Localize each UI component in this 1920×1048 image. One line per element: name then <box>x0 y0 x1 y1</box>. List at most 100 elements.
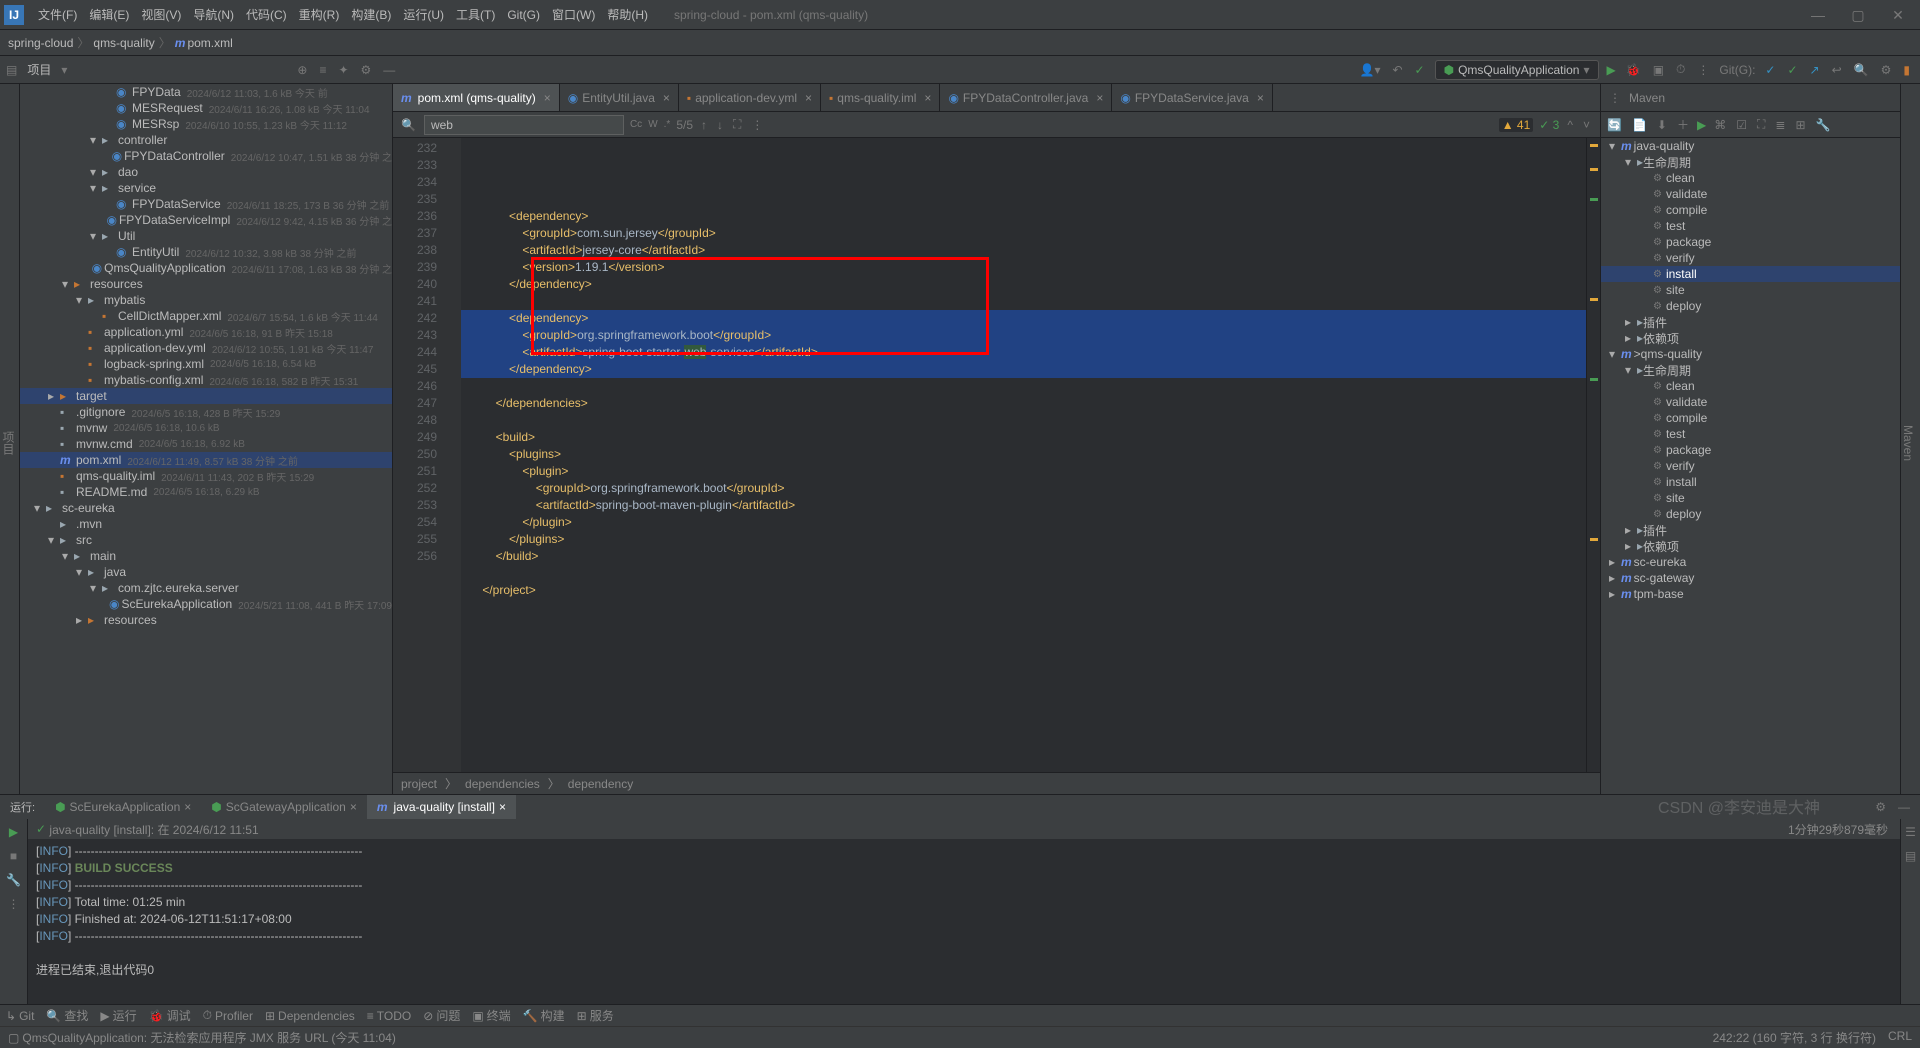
editor-tab[interactable]: ▪ application-dev.yml× <box>679 84 821 111</box>
run-hide[interactable]: — <box>1898 800 1910 814</box>
mvn-settings[interactable]: 🔧 <box>1816 118 1831 132</box>
minimize-btn[interactable]: — <box>1804 7 1832 23</box>
menu-运行(U)[interactable]: 运行(U) <box>397 0 450 30</box>
console-rerun[interactable]: ▶ <box>9 825 18 839</box>
tree-item[interactable]: ◉ScEurekaApplication2024/5/21 11:08, 441… <box>20 596 392 612</box>
run-icon[interactable]: ▶ <box>1607 63 1616 77</box>
maven-item[interactable]: ⚙compile <box>1601 202 1900 218</box>
tree-item[interactable]: ▪logback-spring.xml2024/6/5 16:18, 6.54 … <box>20 356 392 372</box>
maven-item[interactable]: ▾▸生命周期 <box>1601 362 1900 378</box>
vcs-commit-icon[interactable]: ✓ <box>1787 63 1797 77</box>
tree-item[interactable]: ▾▸src <box>20 532 392 548</box>
tree-item[interactable]: ▾▸main <box>20 548 392 564</box>
maven-item[interactable]: ⚙deploy <box>1601 298 1900 314</box>
bc-root[interactable]: spring-cloud <box>8 36 73 50</box>
maven-item[interactable]: ⚙verify <box>1601 250 1900 266</box>
maven-item[interactable]: ⚙test <box>1601 426 1900 442</box>
close-btn[interactable]: ✕ <box>1884 7 1912 24</box>
console-stop[interactable]: ■ <box>10 849 17 863</box>
vcs-update-icon[interactable]: ✓ <box>1765 63 1775 77</box>
maven-item[interactable]: ⚙package <box>1601 234 1900 250</box>
tree-item[interactable]: ▾▸service <box>20 180 392 196</box>
tree-item[interactable]: ◉MESRequest2024/6/11 16:26, 1.08 kB 今天 1… <box>20 100 392 116</box>
tree-item[interactable]: ▪application.yml2024/6/5 16:18, 91 B 昨天 … <box>20 324 392 340</box>
editor-tab[interactable]: ◉ EntityUtil.java× <box>560 84 679 111</box>
tree-item[interactable]: ▪.gitignore2024/6/5 16:18, 428 B 昨天 15:2… <box>20 404 392 420</box>
maven-item[interactable]: ▾▸生命周期 <box>1601 154 1900 170</box>
encoding[interactable]: CRL <box>1888 1029 1912 1046</box>
maven-item[interactable]: ⚙site <box>1601 490 1900 506</box>
tree-item[interactable]: ▸▸resources <box>20 612 392 628</box>
run-config-selector[interactable]: ⬢ QmsQualityApplication ▾ <box>1435 60 1599 80</box>
tree-item[interactable]: ◉QmsQualityApplication2024/6/11 17:08, 1… <box>20 260 392 276</box>
cursor-pos[interactable]: 242:22 (160 字符, 3 行 换行符) <box>1713 1029 1876 1046</box>
maven-item[interactable]: ⚙install <box>1601 266 1900 282</box>
maven-item[interactable]: ▸▸插件 <box>1601 314 1900 330</box>
menu-构建(B)[interactable]: 构建(B) <box>345 0 397 30</box>
run-tab-2[interactable]: m java-quality [install] × <box>367 795 516 819</box>
profile-icon[interactable]: ⏱ <box>1676 62 1685 77</box>
tree-item[interactable]: ▪mvnw2024/6/5 16:18, 10.6 kB <box>20 420 392 436</box>
maven-item[interactable]: ⚙deploy <box>1601 506 1900 522</box>
ft-services[interactable]: ⊞ 服务 <box>577 1007 614 1024</box>
run-tab-0[interactable]: ⬢ ScEurekaApplication × <box>45 795 201 819</box>
mvn-add[interactable]: ＋ <box>1677 116 1689 133</box>
tree-item[interactable]: ▪application-dev.yml2024/6/12 10:55, 1.9… <box>20 340 392 356</box>
mvn-run[interactable]: ▶ <box>1697 118 1706 132</box>
tree-item[interactable]: ◉EntityUtil2024/6/12 10:32, 3.98 kB 38 分… <box>20 244 392 260</box>
vcs-revert-icon[interactable]: ↩ <box>1832 63 1842 77</box>
tree-item[interactable]: ▪mybatis-config.xml2024/6/5 16:18, 582 B… <box>20 372 392 388</box>
mvn-exec[interactable]: ⌘ <box>1714 118 1726 132</box>
maven-item[interactable]: ⚙site <box>1601 282 1900 298</box>
toggle-icon[interactable]: ▤ <box>6 63 17 77</box>
next-result[interactable]: ↓ <box>717 118 723 132</box>
coverage-icon[interactable]: ▣ <box>1653 63 1664 77</box>
mvn-reload[interactable]: 🔄 <box>1607 118 1622 132</box>
tree-item[interactable]: ◉FPYDataController2024/6/12 10:47, 1.51 … <box>20 148 392 164</box>
maven-item[interactable]: ▸▸依赖项 <box>1601 330 1900 346</box>
tree-item[interactable]: ▪mvnw.cmd2024/6/5 16:18, 6.92 kB <box>20 436 392 452</box>
settings-icon[interactable]: ⚙ <box>361 63 372 77</box>
ft-profiler[interactable]: ⏱ Profiler <box>203 1008 253 1023</box>
menu-编辑(E)[interactable]: 编辑(E) <box>83 0 135 30</box>
error-stripe[interactable] <box>1586 138 1600 772</box>
search-input[interactable] <box>424 115 624 135</box>
tree-item[interactable]: ▪CellDictMapper.xml2024/6/7 15:54, 1.6 k… <box>20 308 392 324</box>
ft-find[interactable]: 🔍 查找 <box>46 1007 88 1024</box>
maven-item[interactable]: ▾m>qms-quality <box>1601 346 1900 362</box>
menu-Git(G)[interactable]: Git(G) <box>501 0 546 30</box>
maven-tool-btn[interactable]: Maven <box>1901 425 1915 461</box>
menu-代码(C)[interactable]: 代码(C) <box>240 0 293 30</box>
menu-工具(T)[interactable]: 工具(T) <box>450 0 501 30</box>
build-icon[interactable]: ✓ <box>1415 63 1425 77</box>
project-label[interactable]: 项目 <box>27 61 51 78</box>
tree-item[interactable]: ▾▸controller <box>20 132 392 148</box>
maven-item[interactable]: ▸▸插件 <box>1601 522 1900 538</box>
maven-item[interactable]: ⚙test <box>1601 218 1900 234</box>
ft-problems[interactable]: ⊘ 问题 <box>423 1007 460 1024</box>
tree-item[interactable]: ▾▸sc-eureka <box>20 500 392 516</box>
tree-item[interactable]: ◉MESRsp2024/6/10 10:55, 1.23 kB 今天 11:12 <box>20 116 392 132</box>
status-icon[interactable]: ▢ <box>8 1031 19 1045</box>
ft-debug[interactable]: 🐞 调试 <box>149 1007 191 1024</box>
regex[interactable]: .* <box>664 119 671 130</box>
debug-icon[interactable]: 🐞 <box>1626 63 1641 77</box>
ide-settings-icon[interactable]: ⚙ <box>1881 63 1892 77</box>
maven-item[interactable]: ⚙package <box>1601 442 1900 458</box>
code-editor[interactable]: 2322332342352362372382392402412422432442… <box>393 138 1600 772</box>
menu-视图(V)[interactable]: 视图(V) <box>135 0 187 30</box>
console-output[interactable]: [INFO] ---------------------------------… <box>28 839 1900 1004</box>
ft-terminal[interactable]: ▣ 终端 <box>472 1007 510 1024</box>
maven-item[interactable]: ⚙verify <box>1601 458 1900 474</box>
menu-导航(N)[interactable]: 导航(N) <box>187 0 240 30</box>
maven-item[interactable]: ⚙validate <box>1601 394 1900 410</box>
maven-item[interactable]: ⚙install <box>1601 474 1900 490</box>
tree-item[interactable]: ▸.mvn <box>20 516 392 532</box>
run-settings[interactable]: ⚙ <box>1875 800 1886 814</box>
tree-item[interactable]: ▾▸java <box>20 564 392 580</box>
tree-item[interactable]: ▪qms-quality.iml2024/6/11 11:43, 202 B 昨… <box>20 468 392 484</box>
run-tab-1[interactable]: ⬢ ScGatewayApplication × <box>201 795 367 819</box>
project-tool-btn[interactable]: 项目 <box>0 431 17 455</box>
maven-item[interactable]: ▾mjava-quality <box>1601 138 1900 154</box>
tree-item[interactable]: ▾▸com.zjtc.eureka.server <box>20 580 392 596</box>
